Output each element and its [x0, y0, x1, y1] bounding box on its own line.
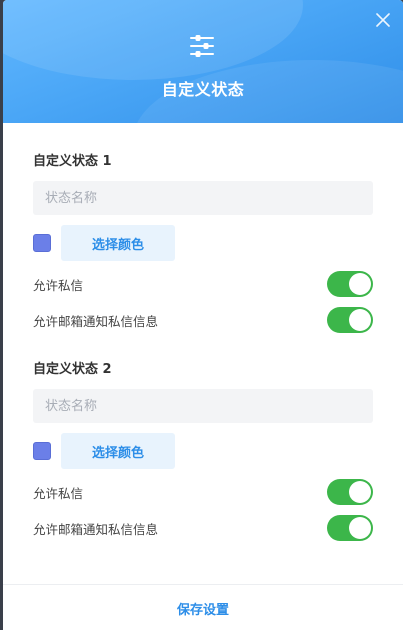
dialog-header: 自定义状态 — [3, 0, 403, 123]
email-notify-toggle[interactable] — [327, 307, 373, 333]
choose-color-button[interactable]: 选择颜色 — [61, 225, 175, 261]
choose-color-button[interactable]: 选择颜色 — [61, 433, 175, 469]
status-name-input[interactable] — [33, 181, 373, 215]
sliders-icon — [190, 35, 214, 57]
email-notify-row: 允许邮箱通知私信信息 — [33, 515, 373, 541]
allow-dm-row: 允许私信 — [33, 479, 373, 505]
status-section-1: 自定义状态 1 选择颜色 允许私信 允许邮箱通知私信信息 — [33, 152, 373, 333]
email-notify-row: 允许邮箱通知私信信息 — [33, 307, 373, 333]
allow-dm-row: 允许私信 — [33, 271, 373, 297]
status-section-2: 自定义状态 2 选择颜色 允许私信 允许邮箱通知私信信息 — [33, 360, 373, 541]
dialog-title: 自定义状态 — [161, 80, 245, 99]
allow-dm-label: 允许私信 — [33, 277, 84, 293]
toggle-knob — [349, 309, 371, 331]
status-title: 自定义状态 1 — [33, 154, 112, 169]
color-swatch[interactable] — [33, 234, 51, 252]
status-title: 自定义状态 2 — [33, 362, 112, 377]
email-notify-toggle[interactable] — [327, 515, 373, 541]
email-notify-label: 允许邮箱通知私信信息 — [33, 521, 159, 537]
email-notify-label: 允许邮箱通知私信信息 — [33, 313, 159, 329]
color-picker-row: 选择颜色 — [33, 225, 373, 261]
allow-dm-label: 允许私信 — [33, 485, 84, 501]
toggle-knob — [349, 273, 371, 295]
allow-dm-toggle[interactable] — [327, 479, 373, 505]
color-picker-row: 选择颜色 — [33, 433, 373, 469]
save-settings-button[interactable]: 保存设置 — [177, 599, 229, 618]
close-icon[interactable] — [375, 12, 391, 28]
status-name-input[interactable] — [33, 389, 373, 423]
custom-status-dialog: 自定义状态 自定义状态 1 选择颜色 允许私信 允许邮箱通知私信信息 自定义状态… — [3, 0, 403, 630]
toggle-knob — [349, 517, 371, 539]
toggle-knob — [349, 481, 371, 503]
dialog-footer: 保存设置 — [3, 584, 403, 630]
color-swatch[interactable] — [33, 442, 51, 460]
allow-dm-toggle[interactable] — [327, 271, 373, 297]
